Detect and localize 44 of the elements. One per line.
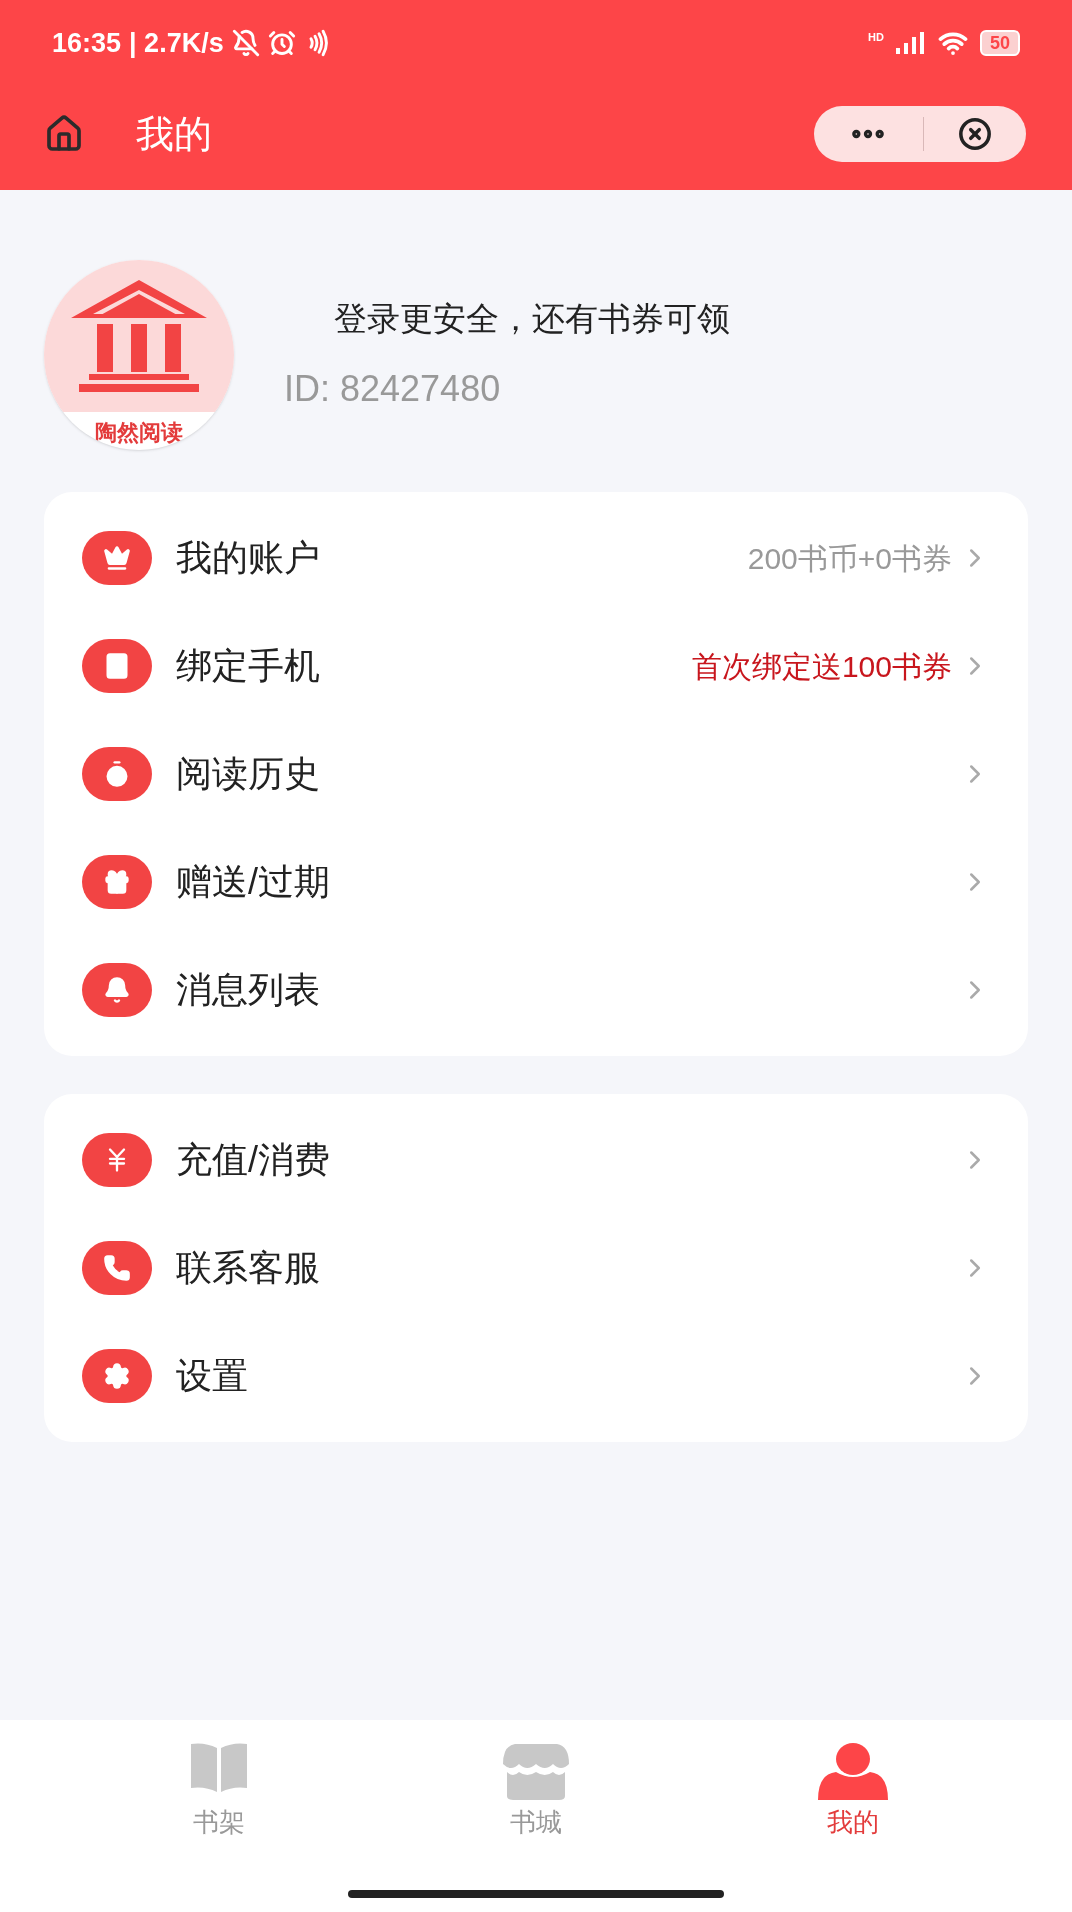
menu-row[interactable]: 阅读历史 [44, 720, 1028, 828]
tab-label: 书城 [510, 1806, 562, 1839]
tab-label: 我的 [827, 1806, 880, 1839]
menu-label: 绑定手机 [176, 644, 320, 688]
tab-label: 书架 [192, 1806, 245, 1839]
menu-row[interactable]: 绑定手机 首次绑定送100书券 [44, 612, 1028, 720]
menu-row[interactable]: 赠送/过期 [44, 828, 1028, 936]
network-speed: | 2.7K/s [129, 26, 224, 60]
bell-icon [103, 976, 131, 1004]
menu-label: 赠送/过期 [176, 860, 330, 904]
status-time: 16:35 [52, 26, 122, 60]
tab-item[interactable]: 我的 [773, 1742, 934, 1842]
menu-label: 充值/消费 [176, 1138, 330, 1182]
open-book-icon [188, 1742, 249, 1794]
menu-label: 联系客服 [176, 1246, 320, 1290]
logo-text: 陶然阅读 [95, 419, 183, 447]
menu-detail: 首次绑定送100书券 [691, 648, 952, 685]
menu-label: 消息列表 [176, 968, 320, 1012]
signal-icon [895, 32, 926, 54]
menu-row[interactable]: 充值/消费 [44, 1106, 1028, 1214]
bell-off-icon [231, 29, 260, 57]
gear-icon [103, 1362, 131, 1390]
person-icon [816, 1742, 891, 1802]
home-icon[interactable] [44, 114, 84, 154]
battery-indicator: 50 [979, 30, 1020, 56]
menu-label: 设置 [176, 1354, 248, 1398]
menu-label: 阅读历史 [176, 752, 320, 796]
alarm-clock-icon [267, 29, 296, 57]
menu-row[interactable]: 设置 [44, 1322, 1028, 1430]
menu-row[interactable]: 消息列表 [44, 936, 1028, 1044]
menu-row[interactable]: 联系客服 [44, 1214, 1028, 1322]
menu-detail: 200书币+0书券 [747, 540, 952, 577]
store-icon [501, 1742, 571, 1802]
page-title: 我的 [136, 111, 212, 157]
menu-row[interactable]: 我的账户 200书币+0书券 [44, 504, 1028, 612]
user-id: ID: 82427480 [284, 366, 502, 411]
menu-label: 我的账户 [176, 536, 320, 580]
gift-icon [103, 868, 131, 896]
login-prompt: 登录更安全，还有书券可领 [334, 299, 730, 340]
hd-label: HD [868, 32, 884, 43]
close-icon[interactable] [957, 117, 992, 151]
pillared-building-icon [71, 280, 207, 392]
phone-icon [103, 1254, 131, 1282]
crown-icon [103, 544, 131, 572]
